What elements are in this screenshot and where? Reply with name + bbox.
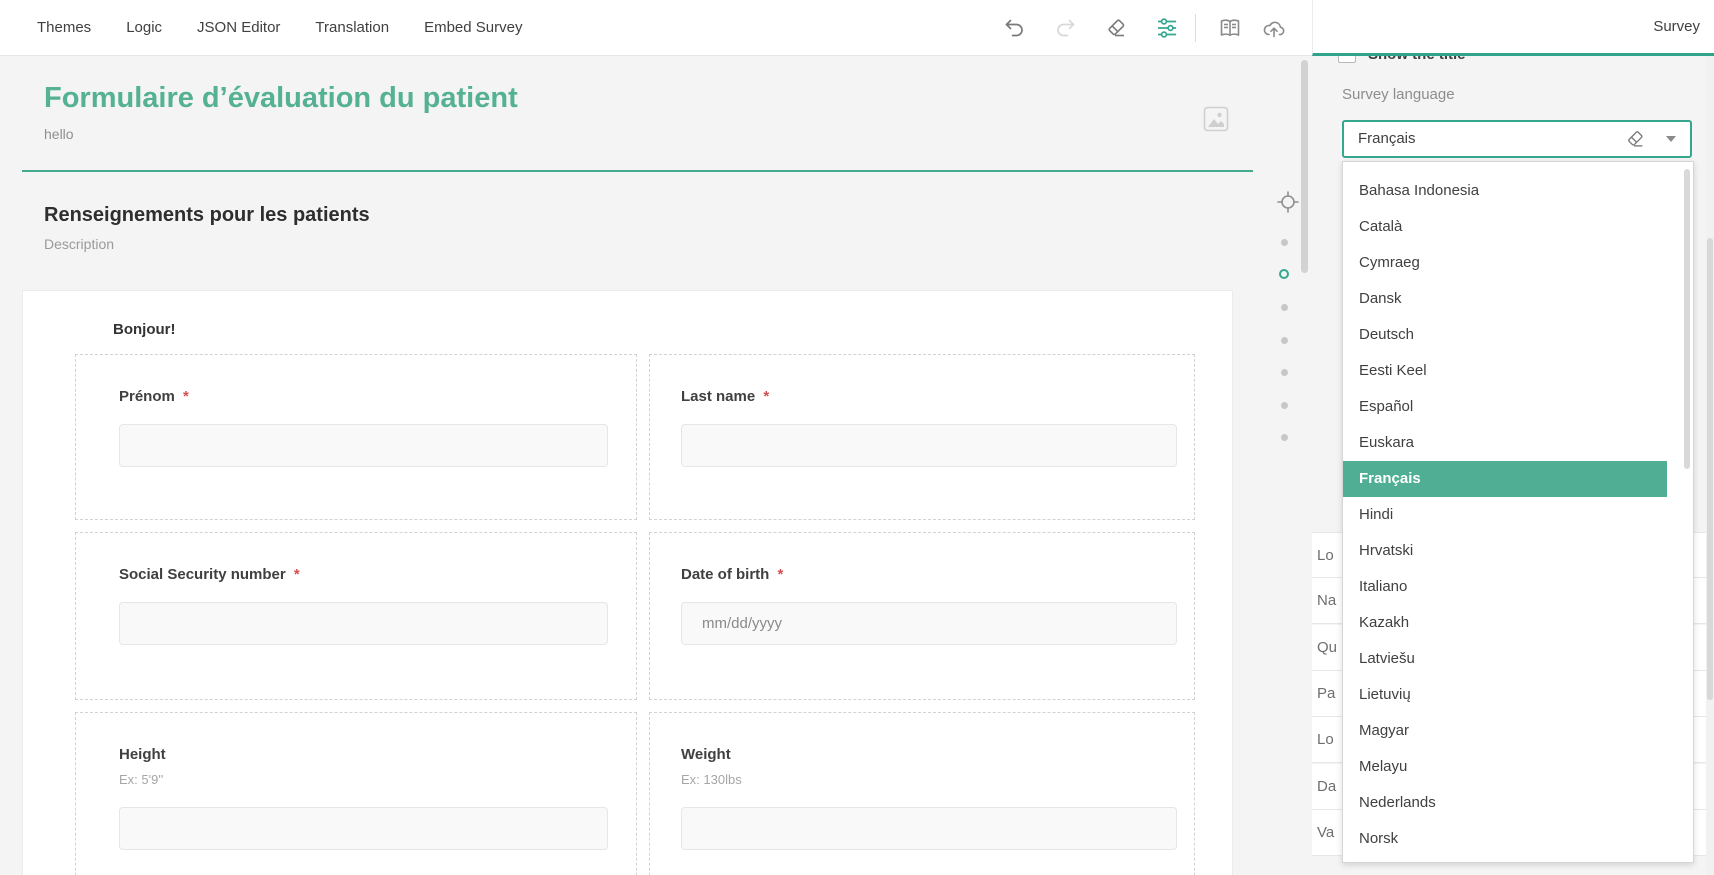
tab-survey[interactable]: Survey (1653, 18, 1700, 35)
show-title-label: Show the title (1368, 56, 1466, 63)
tab-themes[interactable]: Themes (37, 19, 91, 36)
language-option-espa-ol[interactable]: Español (1343, 389, 1667, 425)
navigator-dot-2[interactable] (1279, 269, 1289, 279)
language-option-lietuvi[interactable]: Lietuvių (1343, 677, 1667, 713)
redo-icon[interactable] (1053, 16, 1077, 40)
navigator-dot-3[interactable] (1281, 304, 1288, 311)
navigator-dot-5[interactable] (1281, 369, 1288, 376)
page-navigator-icon[interactable] (1277, 191, 1299, 213)
language-option-melayu[interactable]: Melayu (1343, 749, 1667, 785)
main-scrollbar[interactable] (1301, 60, 1308, 273)
question-pr-nom[interactable]: Prénom * (75, 354, 637, 520)
cloud-upload-icon[interactable] (1262, 16, 1286, 40)
sidebar-header: Survey (1312, 0, 1714, 56)
question-label: Height (119, 746, 166, 763)
language-option-hrvatski[interactable]: Hrvatski (1343, 533, 1667, 569)
chevron-down-icon[interactable] (1666, 136, 1676, 142)
navigator-dot-1[interactable] (1281, 239, 1288, 246)
question-input-height[interactable] (119, 807, 608, 850)
tab-embed-survey[interactable]: Embed Survey (424, 19, 522, 36)
show-title-row-clipped: Show the title (1312, 56, 1714, 67)
page-title[interactable]: Renseignements pour les patients (44, 204, 370, 227)
language-option-dansk[interactable]: Dansk (1343, 281, 1667, 317)
language-option-bahasa-indonesia[interactable]: Bahasa Indonesia (1343, 173, 1667, 209)
survey-title[interactable]: Formulaire d’évaluation du patient (44, 82, 518, 115)
question-label: Prénom * (119, 388, 189, 405)
question-label: Date of birth * (681, 566, 784, 583)
tab-logic[interactable]: Logic (126, 19, 162, 36)
book-icon[interactable] (1218, 16, 1242, 40)
toolbar-tabs: Themes Logic JSON Editor Translation Embed S… (37, 0, 522, 55)
property-panel: LoNaQuPaLoDaVa Show the title Survey lan… (1312, 56, 1714, 875)
language-option-eesti-keel[interactable]: Eesti Keel (1343, 353, 1667, 389)
language-option-catal[interactable]: Català (1343, 209, 1667, 245)
language-option-hindi[interactable]: Hindi (1343, 497, 1667, 533)
design-surface: Formulaire d’évaluation du patient hello… (0, 56, 1312, 875)
navigator-dot-7[interactable] (1281, 434, 1288, 441)
language-option-deutsch[interactable]: Deutsch (1343, 317, 1667, 353)
question-height[interactable]: Height Ex: 5'9'' (75, 712, 637, 875)
language-option-cymraeg[interactable]: Cymraeg (1343, 245, 1667, 281)
survey-language-label: Survey language (1342, 86, 1455, 103)
language-option-list: Bahasa Indonesia Català Cymraeg Dansk Deutsc… (1343, 173, 1693, 857)
settings-sliders-icon[interactable] (1155, 16, 1179, 40)
toolbar-divider (1195, 14, 1196, 42)
question-input-weight[interactable] (681, 807, 1177, 850)
eraser-icon[interactable] (1104, 16, 1128, 40)
undo-icon[interactable] (1003, 16, 1027, 40)
panel-title[interactable]: Bonjour! (113, 321, 175, 338)
question-input-pr-nom[interactable] (119, 424, 608, 467)
language-option-italiano[interactable]: Italiano (1343, 569, 1667, 605)
logo-placeholder-icon[interactable] (1203, 106, 1229, 132)
question-label: Social Security number * (119, 566, 300, 583)
clear-value-eraser-icon[interactable] (1624, 128, 1646, 150)
navigator-dot-6[interactable] (1281, 402, 1288, 409)
panel-scrollbar-thumb[interactable] (1707, 238, 1713, 700)
survey-title-underline (22, 170, 1253, 172)
question-date-of-birth[interactable]: Date of birth * mm/dd/yyyy (649, 532, 1195, 700)
language-option-magyar[interactable]: Magyar (1343, 713, 1667, 749)
show-title-checkbox[interactable] (1338, 56, 1356, 63)
question-social-security-number[interactable]: Social Security number * (75, 532, 637, 700)
tab-json-editor[interactable]: JSON Editor (197, 19, 280, 36)
main-toolbar: Themes Logic JSON Editor Translation Embed S… (0, 0, 1312, 56)
question-input-date-of-birth[interactable]: mm/dd/yyyy (681, 602, 1177, 645)
panel-card[interactable]: Bonjour! Prénom * Last name * Social Secur… (22, 290, 1233, 875)
survey-description[interactable]: hello (44, 126, 74, 142)
survey-language-dropdown[interactable]: Français (1342, 120, 1692, 158)
required-mark: * (759, 388, 770, 405)
language-option-latvie-u[interactable]: Latviešu (1343, 641, 1667, 677)
survey-language-value: Français (1358, 130, 1416, 147)
language-option-norsk[interactable]: Norsk (1343, 821, 1667, 857)
language-option-kazakh[interactable]: Kazakh (1343, 605, 1667, 641)
question-description: Ex: 130lbs (681, 772, 742, 787)
tab-translation[interactable]: Translation (315, 19, 389, 36)
question-input-last-name[interactable] (681, 424, 1177, 467)
required-mark: * (773, 566, 784, 583)
language-option-euskara[interactable]: Euskara (1343, 425, 1667, 461)
question-label: Last name * (681, 388, 770, 405)
popup-scrollbar[interactable] (1684, 169, 1690, 469)
question-label: Weight (681, 746, 731, 763)
question-description: Ex: 5'9'' (119, 772, 164, 787)
question-last-name[interactable]: Last name * (649, 354, 1195, 520)
required-mark: * (289, 566, 300, 583)
navigator-dot-4[interactable] (1281, 337, 1288, 344)
language-option-fran-ais[interactable]: Français (1343, 461, 1667, 497)
page-description[interactable]: Description (44, 236, 114, 252)
survey-creator-app: Themes Logic JSON Editor Translation Embed S… (0, 0, 1714, 875)
panel-scrollbar-track[interactable] (1706, 56, 1714, 875)
language-dropdown-popup: Bahasa Indonesia Català Cymraeg Dansk Deutsc… (1342, 161, 1694, 863)
required-mark: * (178, 388, 189, 405)
question-input-social-security-number[interactable] (119, 602, 608, 645)
language-option-nederlands[interactable]: Nederlands (1343, 785, 1667, 821)
question-weight[interactable]: Weight Ex: 130lbs (649, 712, 1195, 875)
